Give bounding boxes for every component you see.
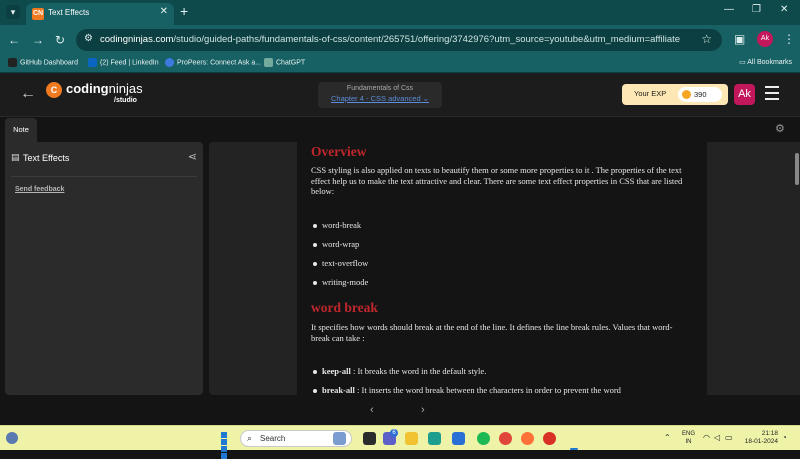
notification-badge: 6 <box>390 429 398 437</box>
panel-title: Text Effects <box>23 153 70 163</box>
bookmark-github[interactable]: GitHub Dashboard <box>8 58 78 67</box>
share-icon[interactable]: ⋖ <box>188 150 197 163</box>
codingninjas-logo-icon[interactable]: C <box>46 82 62 98</box>
address-bar[interactable]: ⚙ codingninjas.com/studio/guided-paths/f… <box>76 29 722 51</box>
forward-icon[interactable]: → <box>32 33 44 47</box>
propeers-icon <box>165 58 174 67</box>
site-header: ← C codingninjas /studio Fundamentals of… <box>0 73 800 117</box>
minimize-icon[interactable]: — <box>724 4 734 15</box>
search-label: Search <box>260 434 286 443</box>
course-selector[interactable]: Fundamentals of Css Chapter 4 - CSS adva… <box>318 82 442 108</box>
wifi-icon[interactable]: ◠ <box>703 433 710 442</box>
restore-icon[interactable]: ❐ <box>752 4 761 15</box>
chevron-left-icon[interactable]: ‹ <box>370 404 374 416</box>
exp-label: Your EXP <box>634 89 667 98</box>
bookmark-star-icon[interactable]: ☆ <box>701 32 712 46</box>
more-menu-icon[interactable]: ⋮ <box>783 32 795 46</box>
bookmarks-bar: GitHub Dashboard (2) Feed | LinkedIn Pro… <box>0 55 800 73</box>
weather-icon[interactable] <box>6 432 18 444</box>
send-feedback-link[interactable]: Send feedback <box>15 186 64 193</box>
edge-icon[interactable] <box>428 432 441 445</box>
overview-paragraph: CSS styling is also applied on texts to … <box>311 165 683 196</box>
all-bookmarks[interactable]: ▭ All Bookmarks <box>739 58 792 66</box>
new-tab-button[interactable]: + <box>180 3 188 19</box>
reload-icon[interactable]: ↻ <box>55 33 65 47</box>
side-panel-icon[interactable]: ▣ <box>734 32 745 46</box>
browser-toolbar: ← → ↻ ⚙ codingninjas.com/studio/guided-p… <box>0 25 800 55</box>
back-arrow-icon[interactable]: ← <box>20 85 36 103</box>
bookmark-propeers[interactable]: ProPeers: Connect Ask a... <box>165 58 261 67</box>
site-info-icon[interactable]: ⚙ <box>84 33 93 44</box>
clock[interactable]: 21:18 18-01-2024 <box>744 430 778 446</box>
chevron-up-icon[interactable]: ⌃ <box>664 433 671 442</box>
heading-word-break: word break <box>311 300 378 315</box>
chapter-dropdown[interactable]: Chapter 4 - CSS advanced ⌄ <box>318 94 442 103</box>
github-icon <box>8 58 17 67</box>
task-view-icon[interactable] <box>363 432 376 445</box>
file-manager-icon[interactable] <box>333 432 346 445</box>
list-item: text-overflow <box>313 258 693 268</box>
battery-icon[interactable]: ▭ <box>725 433 733 442</box>
heading-overview: Overview <box>311 144 367 159</box>
bookmark-chatgpt[interactable]: ChatGPT <box>264 58 305 67</box>
site-logo-text[interactable]: codingninjas <box>66 81 143 96</box>
windows-start-icon[interactable] <box>221 432 234 459</box>
notes-panel: ▤ Text Effects ⋖ Send feedback <box>5 142 203 395</box>
tab-title: Text Effects <box>48 8 90 17</box>
tab-text-effects[interactable]: CN Text Effects ✕ <box>26 3 174 25</box>
list-item: word-break <box>313 220 693 230</box>
volume-icon[interactable]: ◁ <box>714 433 720 442</box>
close-window-icon[interactable]: ✕ <box>780 4 788 15</box>
list-item: word-wrap <box>313 239 693 249</box>
exp-badge[interactable]: Your EXP 390 <box>622 84 728 105</box>
course-title: Fundamentals of Css <box>346 85 414 92</box>
tab-close-icon[interactable]: ✕ <box>160 6 168 17</box>
scrollbar[interactable] <box>795 153 799 185</box>
chevron-right-icon[interactable]: › <box>421 404 425 416</box>
list-item: writing-mode <box>313 277 693 287</box>
word-break-paragraph: It specifies how words should break at t… <box>311 322 673 343</box>
article-panel: Overview CSS styling is also applied on … <box>209 142 707 395</box>
browser-tab-strip: ▾ CN Text Effects ✕ + — ❐ ✕ <box>0 0 800 25</box>
back-icon[interactable]: ← <box>8 33 20 47</box>
notifications-icon[interactable]: ◔ <box>782 433 787 442</box>
content-area: Note ⚙ ▤ Text Effects ⋖ Send feedback Ov… <box>0 117 800 425</box>
list-item: keep-all : It breaks the word in the def… <box>313 366 693 376</box>
right-panel <box>707 142 800 395</box>
chatgpt-icon <box>264 58 273 67</box>
language-indicator[interactable]: ENG IN <box>682 430 695 446</box>
spotify-icon[interactable] <box>477 432 490 445</box>
profile-avatar[interactable]: Ak <box>757 31 773 47</box>
music-icon[interactable] <box>499 432 512 445</box>
chevron-down-icon: ⌄ <box>422 94 430 103</box>
firefox-icon[interactable] <box>521 432 534 445</box>
list-item: break-all : It inserts the word break be… <box>313 385 693 395</box>
search-icon: ⌕ <box>247 433 253 443</box>
explorer-icon[interactable] <box>405 432 418 445</box>
user-avatar[interactable]: Ak <box>734 84 755 105</box>
site-logo-sub: /studio <box>114 97 137 104</box>
store-icon[interactable] <box>452 432 465 445</box>
divider <box>11 176 197 177</box>
bookmark-linkedin[interactable]: (2) Feed | LinkedIn <box>88 58 159 67</box>
windows-taskbar: ⌕ Search 6 ⌃ ENG IN ◠ ◁ ▭ 21:18 18-01-2024… <box>0 425 800 459</box>
linkedin-icon <box>88 58 97 67</box>
article-page[interactable]: Overview CSS styling is also applied on … <box>297 142 707 395</box>
document-icon: ▤ <box>11 152 20 162</box>
chrome-icon[interactable] <box>543 432 556 445</box>
settings-gear-icon[interactable]: ⚙ <box>775 122 785 135</box>
tab-search-icon[interactable]: ▾ <box>6 5 20 19</box>
coin-icon <box>682 90 691 99</box>
hamburger-menu-icon[interactable] <box>765 86 779 104</box>
tab-note[interactable]: Note <box>5 118 37 142</box>
url-text[interactable]: codingninjas.com/studio/guided-paths/fun… <box>100 34 680 45</box>
codingninjas-favicon-icon: CN <box>32 8 44 20</box>
